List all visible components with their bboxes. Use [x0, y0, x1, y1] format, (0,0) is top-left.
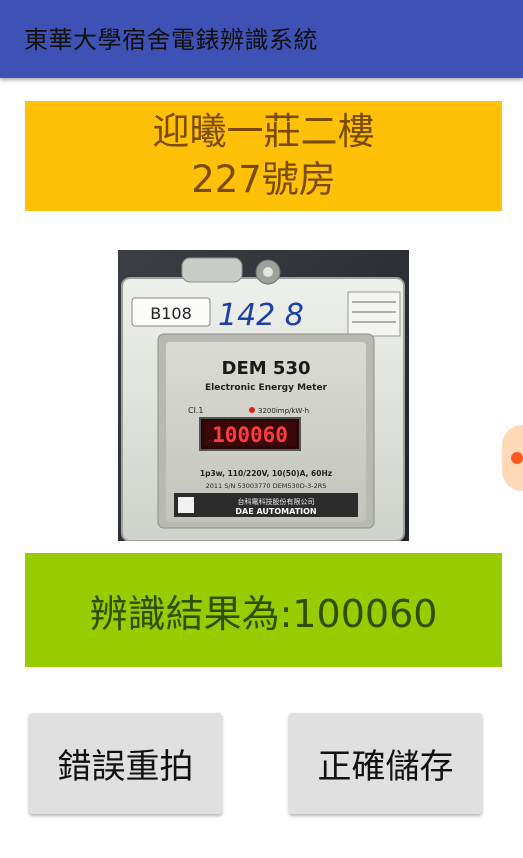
- result-banner: 辨識結果為:100060: [25, 553, 502, 667]
- meter-illustration: B108 142 8 DEM 530 Electronic Energy Met…: [118, 250, 409, 541]
- app-title: 東華大學宿舍電錶辨識系統: [24, 26, 318, 54]
- room-banner: 迎曦一莊二樓 227號房: [25, 101, 502, 211]
- meter-photo: B108 142 8 DEM 530 Electronic Energy Met…: [118, 250, 409, 541]
- meter-serial: 2011 S/N 53003770 DEM530D-3-2RS: [206, 482, 327, 490]
- retake-button[interactable]: 錯誤重拍: [29, 713, 222, 814]
- save-button[interactable]: 正確儲存: [289, 713, 482, 814]
- result-text: 辨識結果為:100060: [89, 591, 438, 636]
- room-building-label: 迎曦一莊二樓: [152, 110, 375, 153]
- meter-class: Cl.1: [188, 406, 203, 415]
- meter-model: DEM 530: [222, 358, 311, 379]
- handle-dot-icon: [511, 452, 523, 464]
- handwritten-number: 142 8: [218, 298, 304, 333]
- meter-led-reading: 100060: [212, 423, 288, 447]
- meter-maker-cn: 台科電科技股份有限公司: [238, 497, 315, 506]
- floating-side-handle[interactable]: [502, 425, 523, 491]
- meter-constant: 3200imp/kW·h: [258, 407, 309, 415]
- meter-rating: 1p3w, 110/220V, 10(50)A, 60Hz: [200, 469, 332, 478]
- meter-maker-en: DAE AUTOMATION: [235, 507, 316, 516]
- meter-tag-text: B108: [150, 304, 192, 323]
- meter-subtitle: Electronic Energy Meter: [205, 383, 328, 393]
- room-number-label: 227號房: [191, 158, 336, 201]
- app-bar: 東華大學宿舍電錶辨識系統: [0, 0, 523, 78]
